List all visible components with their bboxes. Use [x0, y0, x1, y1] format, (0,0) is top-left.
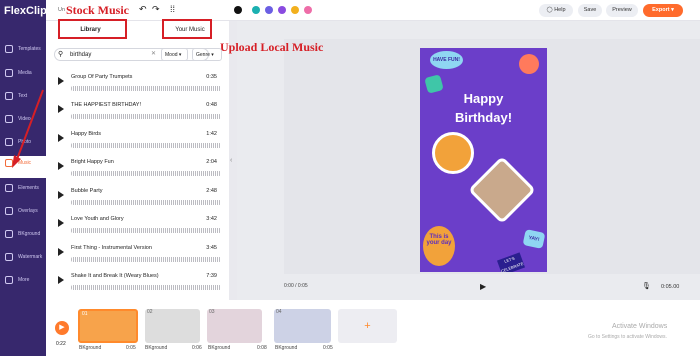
activate-windows-title: Activate Windows	[612, 323, 668, 330]
annotation-arrow	[12, 89, 44, 168]
activate-windows-subtitle: Go to Settings to activate Windows.	[588, 334, 667, 340]
